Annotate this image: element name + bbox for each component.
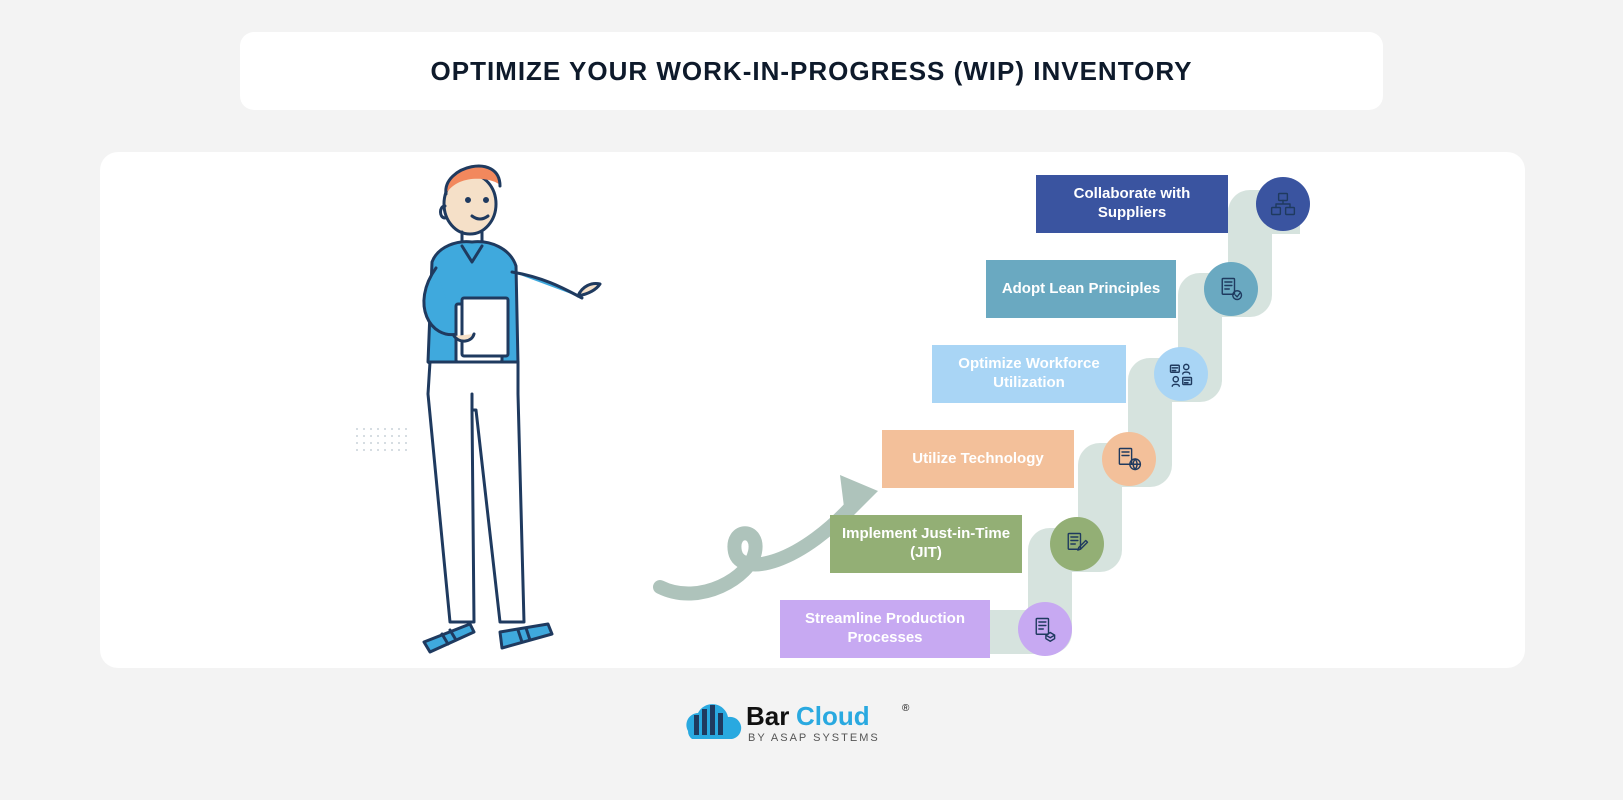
svg-text:®: ® [902,703,910,714]
logo-word-cloud: Cloud [796,701,870,731]
page-title: OPTIMIZE YOUR WORK-IN-PROGRESS (WIP) INV… [431,56,1193,87]
person-illustration [350,154,610,664]
barcloud-logo: Bar Cloud ® BY ASAP SYSTEMS [680,695,940,755]
main-card: Streamline Production Processes Implemen… [100,152,1525,668]
step-lean: Adopt Lean Principles [986,260,1258,318]
step-collaborate: Collaborate with Suppliers [1036,175,1310,233]
step-workforce: Optimize Workforce Utilization [932,345,1208,403]
people-docs-icon [1154,347,1208,401]
doc-pencil-icon [1050,517,1104,571]
step-jit-label: Implement Just-in-Time (JIT) [830,515,1022,573]
network-icon [1256,177,1310,231]
step-jit: Implement Just-in-Time (JIT) [830,515,1104,573]
step-technology: Utilize Technology [882,430,1156,488]
decorative-dots [356,428,396,452]
step-streamline: Streamline Production Processes [780,600,1072,658]
doc-cube-icon [1018,602,1072,656]
svg-text:Bar: Bar [746,701,789,731]
step-lean-label: Adopt Lean Principles [986,260,1176,318]
logo-byline: BY ASAP SYSTEMS [748,732,880,744]
title-box: OPTIMIZE YOUR WORK-IN-PROGRESS (WIP) INV… [240,32,1383,110]
step-workforce-label: Optimize Workforce Utilization [932,345,1126,403]
doc-check-icon [1204,262,1258,316]
step-streamline-label: Streamline Production Processes [780,600,990,658]
doc-globe-icon [1102,432,1156,486]
step-technology-label: Utilize Technology [882,430,1074,488]
step-collaborate-label: Collaborate with Suppliers [1036,175,1228,233]
